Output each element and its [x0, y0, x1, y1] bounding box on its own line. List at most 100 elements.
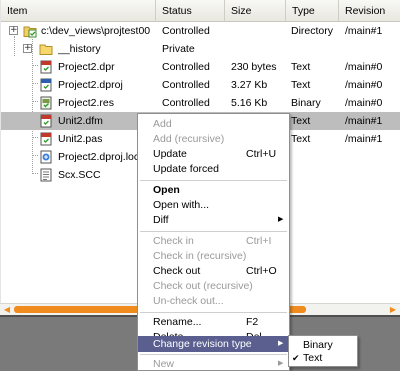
- menu-item-label: Check out: [153, 265, 201, 277]
- grid-header: Item Status Size Type Revision: [1, 0, 400, 22]
- table-row[interactable]: Project2.res Controlled 5.16 Kb Binary /…: [1, 94, 400, 112]
- column-header-item[interactable]: Item: [1, 0, 156, 22]
- item-size: 230 bytes: [231, 61, 277, 73]
- menu-item-label: Check in (recursive): [153, 250, 247, 262]
- menu-item-uncheck-out[interactable]: Un-check out...: [138, 293, 289, 309]
- local-file-icon: [39, 150, 53, 164]
- context-menu: Add Add (recursive) Update Ctrl+U Update …: [137, 113, 290, 371]
- scroll-left-icon[interactable]: ◀: [2, 305, 12, 315]
- item-revision: /main#0: [345, 79, 383, 91]
- submenu-item-binary[interactable]: Binary: [289, 338, 357, 352]
- item-name: c:\dev_views\projtest00: [41, 25, 151, 37]
- menu-item-check-in-recursive[interactable]: Check in (recursive): [138, 248, 289, 264]
- menu-item-change-revision-type[interactable]: Change revision type ▶: [138, 336, 289, 352]
- item-type: Text: [291, 133, 311, 145]
- table-row[interactable]: + c:\dev_views\projtest00 Controlled Dir…: [1, 22, 400, 40]
- column-header-type[interactable]: Type: [286, 0, 339, 22]
- item-type: Text: [291, 61, 311, 73]
- expand-toggle-icon[interactable]: +: [9, 26, 18, 35]
- submenu-arrow-icon: ▶: [278, 360, 284, 367]
- item-revision: /main#1: [345, 133, 383, 145]
- item-size: [231, 22, 285, 40]
- item-status: Controlled: [162, 97, 210, 109]
- scroll-right-icon[interactable]: ▶: [388, 305, 398, 315]
- submenu-item-text[interactable]: ✔ Text: [289, 351, 357, 365]
- menu-item-open-with[interactable]: Open with...: [138, 197, 289, 213]
- table-row[interactable]: Project2.dproj Controlled 3.27 Kb Text /…: [1, 76, 400, 94]
- menu-item-label: Open: [153, 184, 180, 196]
- menu-separator: [140, 312, 287, 313]
- menu-item-label: Update: [153, 148, 187, 160]
- menu-item-label: Check out (recursive): [153, 280, 253, 292]
- dfm-file-icon: [39, 114, 53, 128]
- menu-item-add[interactable]: Add: [138, 116, 289, 132]
- menu-item-check-in[interactable]: Check in Ctrl+I: [138, 233, 289, 249]
- res-file-icon: [39, 96, 53, 110]
- submenu-arrow-icon: ▶: [278, 216, 284, 223]
- item-name: __history: [58, 43, 101, 55]
- item-size: [231, 40, 285, 58]
- menu-item-label: Change revision type: [153, 338, 252, 350]
- menu-separator: [140, 180, 287, 181]
- item-revision: [345, 40, 400, 58]
- menu-item-label: Rename...: [153, 316, 202, 328]
- menu-item-label: New: [153, 358, 175, 370]
- column-header-status[interactable]: Status: [156, 0, 225, 22]
- item-name: Project2.dproj: [58, 79, 123, 91]
- item-status: Controlled: [162, 61, 210, 73]
- menu-separator: [140, 354, 287, 355]
- menu-item-new[interactable]: New ▶: [138, 356, 289, 371]
- view-folder-icon: [23, 24, 37, 38]
- column-header-size[interactable]: Size: [225, 0, 286, 22]
- expand-toggle-icon[interactable]: +: [23, 44, 32, 53]
- menu-separator: [140, 231, 287, 232]
- item-status: Controlled: [162, 79, 210, 91]
- menu-item-open[interactable]: Open: [138, 182, 289, 198]
- menu-item-label: Text: [303, 352, 323, 364]
- shortcut-label: Ctrl+O: [246, 265, 277, 277]
- shortcut-label: Ctrl+U: [246, 148, 277, 160]
- item-status: Private: [162, 43, 195, 55]
- dpr-file-icon: [39, 60, 53, 74]
- menu-item-check-out[interactable]: Check out Ctrl+O: [138, 263, 289, 279]
- item-type: [291, 40, 338, 58]
- item-revision: /main#0: [345, 61, 383, 73]
- menu-item-label: Open with...: [153, 199, 210, 211]
- menu-item-label: Diff: [153, 214, 169, 226]
- item-revision: /main#1: [345, 25, 383, 37]
- item-status: Controlled: [162, 25, 210, 37]
- menu-item-label: Binary: [303, 339, 333, 351]
- menu-item-label: Add: [153, 118, 172, 130]
- checkmark-icon: ✔: [292, 353, 300, 363]
- menu-item-update[interactable]: Update Ctrl+U: [138, 146, 289, 162]
- dproj-file-icon: [39, 78, 53, 92]
- item-type: Binary: [291, 97, 321, 109]
- folder-icon: [39, 42, 53, 56]
- item-size: 3.27 Kb: [231, 79, 268, 91]
- table-row[interactable]: Project2.dpr Controlled 230 bytes Text /…: [1, 58, 400, 76]
- item-revision: /main#0: [345, 97, 383, 109]
- item-type: Text: [291, 115, 311, 127]
- item-name: Project2.res: [58, 97, 115, 109]
- submenu-arrow-icon: ▶: [278, 340, 284, 347]
- menu-item-label: Check in: [153, 235, 194, 247]
- column-header-revision[interactable]: Revision: [339, 0, 400, 22]
- shortcut-label: F2: [246, 316, 259, 328]
- item-name: Project2.dpr: [58, 61, 115, 73]
- menu-item-label: Add (recursive): [153, 133, 225, 145]
- revision-type-submenu: Binary ✔ Text: [288, 335, 358, 367]
- menu-item-label: Un-check out...: [153, 295, 224, 307]
- menu-item-check-out-recursive[interactable]: Check out (recursive): [138, 278, 289, 294]
- shortcut-label: Ctrl+I: [246, 235, 272, 247]
- table-row[interactable]: + __history Private: [1, 40, 400, 58]
- menu-item-rename[interactable]: Rename... F2: [138, 314, 289, 330]
- scc-file-icon: [39, 168, 53, 182]
- menu-item-diff[interactable]: Diff ▶: [138, 212, 289, 228]
- item-type: Text: [291, 79, 311, 91]
- menu-item-label: Update forced: [153, 163, 219, 175]
- item-type: Directory: [291, 25, 334, 37]
- pas-file-icon: [39, 132, 53, 146]
- menu-item-add-recursive[interactable]: Add (recursive): [138, 131, 289, 147]
- menu-item-update-forced[interactable]: Update forced: [138, 161, 289, 177]
- item-revision: /main#1: [345, 115, 383, 127]
